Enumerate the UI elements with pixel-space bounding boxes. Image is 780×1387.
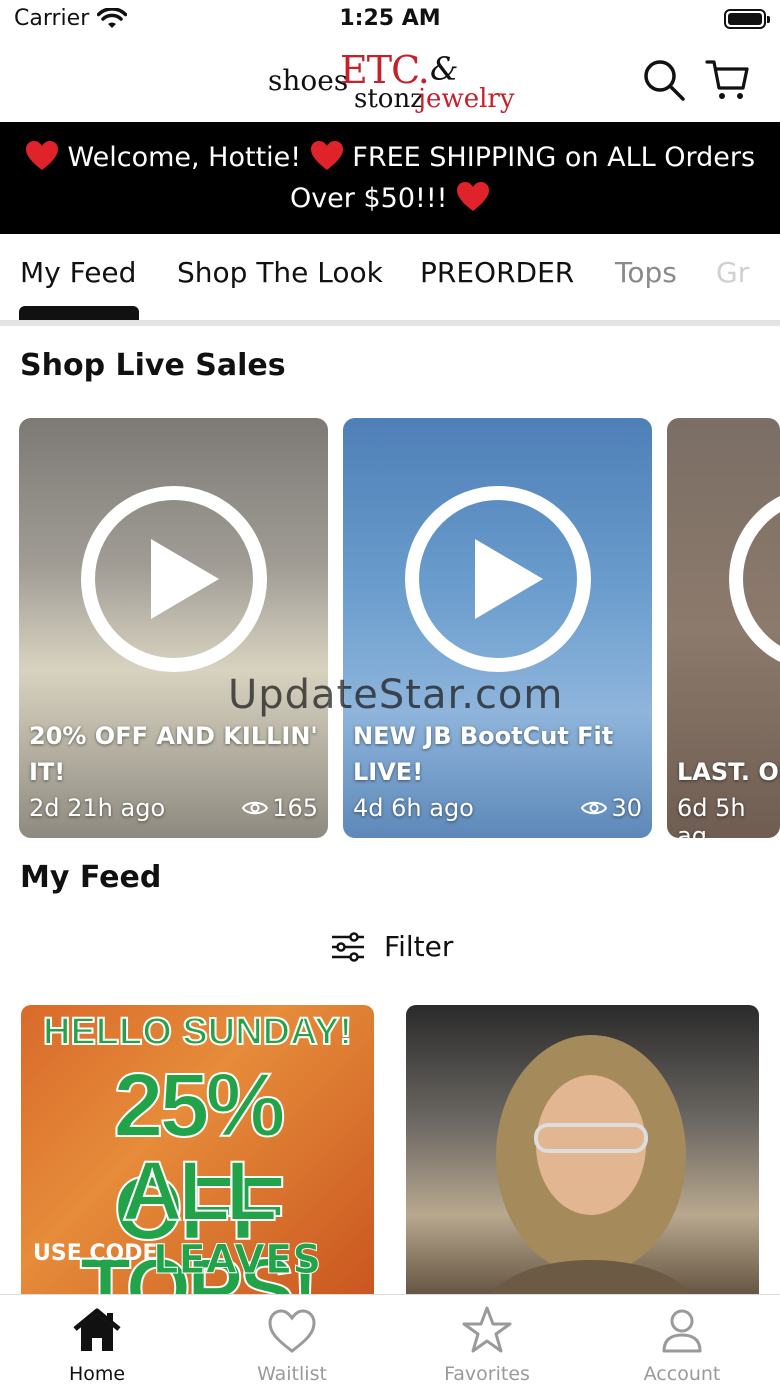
search-icon[interactable] [642, 58, 686, 102]
feed-post-promo[interactable]: HELLO SUNDAY! 25% OFF ALL TOPS! USE CODE… [21, 1005, 374, 1305]
nav-home-label: Home [68, 1363, 126, 1385]
heart-icon [268, 1309, 316, 1353]
tab-more[interactable]: Gr [716, 256, 749, 289]
nav-favorites-label: Favorites [444, 1363, 530, 1385]
nav-account[interactable]: Account [607, 1305, 757, 1385]
play-icon[interactable] [727, 484, 780, 674]
promo-line-1: HELLO SUNDAY! [42, 1010, 353, 1054]
live-sale-card[interactable]: NEW JB BootCut Fit LIVE! 4d 6h ago 30 [343, 418, 652, 838]
cart-icon[interactable] [705, 58, 749, 102]
banner-shipping: FREE SHIPPING on ALL Orders Over $50!!! [289, 142, 756, 214]
eye-icon [242, 801, 269, 815]
star-icon [462, 1306, 512, 1353]
play-icon[interactable] [79, 484, 269, 674]
home-icon [73, 1308, 121, 1351]
view-count-value: 30 [611, 794, 642, 822]
view-count: 165 [242, 794, 318, 822]
battery-icon [724, 9, 770, 29]
promo-banner: Welcome, Hottie! FREE SHIPPING on ALL Or… [0, 122, 780, 234]
category-tabs: My Feed Shop The Look PREORDER Tops Gr [0, 234, 780, 326]
nav-waitlist-label: Waitlist [257, 1363, 327, 1385]
status-bar: Carrier 1:25 AM [0, 0, 780, 40]
view-count-value: 165 [272, 794, 318, 822]
nav-home[interactable]: Home [22, 1305, 172, 1385]
logo-jewelry: jewelry [418, 84, 515, 114]
logo-shoes: shoes [268, 64, 349, 97]
nav-waitlist[interactable]: Waitlist [217, 1305, 367, 1385]
live-sale-card[interactable]: LAST. OF 6d 5h ag [667, 418, 780, 838]
eye-icon [581, 801, 608, 815]
live-sale-caption: LAST. OF [677, 758, 780, 786]
filter-label: Filter [384, 930, 454, 963]
nav-favorites[interactable]: Favorites [412, 1305, 562, 1385]
watermark-text: UpdateStar.com [228, 672, 564, 718]
live-sale-card[interactable]: 20% OFF AND KILLIN' IT! 2d 21h ago 165 [19, 418, 328, 838]
heart-emoji-icon [310, 141, 343, 170]
tab-shop-the-look[interactable]: Shop The Look [177, 256, 383, 289]
feed-title: My Feed [20, 860, 162, 895]
tab-preorder[interactable]: PREORDER [420, 256, 574, 289]
live-sale-time: 4d 6h ago [353, 794, 474, 822]
heart-emoji-icon [457, 182, 490, 211]
banner-welcome: Welcome, Hottie! [67, 142, 302, 173]
feed-post-photo[interactable] [406, 1005, 759, 1305]
logo-stonz: stonz [354, 84, 424, 114]
active-tab-indicator [19, 306, 139, 320]
logo-amp: & [430, 50, 459, 88]
person-photo [486, 1035, 696, 1305]
store-logo[interactable]: shoes ETC. & stonz jewelry [268, 46, 518, 116]
live-sale-caption: NEW JB BootCut Fit LIVE! [353, 722, 614, 786]
status-time: 1:25 AM [339, 6, 441, 31]
heart-emoji-icon [25, 141, 58, 170]
sliders-icon [332, 931, 364, 962]
live-sales-title: Shop Live Sales [20, 348, 286, 383]
person-icon [662, 1309, 702, 1353]
app-header: shoes ETC. & stonz jewelry [0, 40, 780, 122]
bottom-navigation: Home Waitlist Favorites Account [0, 1294, 780, 1387]
nav-account-label: Account [643, 1363, 721, 1385]
promo-code: LEAVES [152, 1237, 322, 1284]
live-sale-time: 2d 21h ago [29, 794, 166, 822]
tab-tops[interactable]: Tops [615, 256, 677, 289]
live-sale-caption: 20% OFF AND KILLIN' IT! [29, 722, 318, 786]
live-sale-time: 6d 5h ag [677, 794, 746, 838]
tab-my-feed[interactable]: My Feed [20, 256, 136, 289]
play-icon[interactable] [403, 484, 593, 674]
filter-button[interactable]: Filter [330, 930, 453, 963]
promo-code-label: USE CODE: [33, 1241, 167, 1266]
view-count: 30 [581, 794, 642, 822]
